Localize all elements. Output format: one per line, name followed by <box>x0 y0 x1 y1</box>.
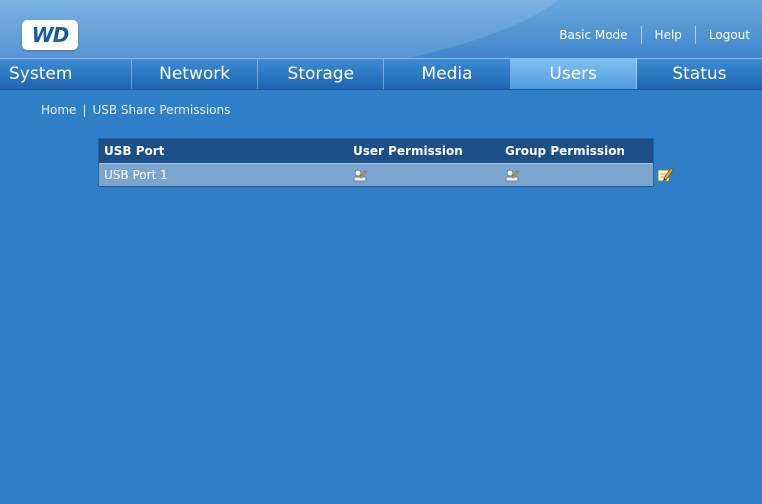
logout-link[interactable]: Logout <box>709 28 750 42</box>
tab-system[interactable]: System <box>0 59 132 89</box>
tab-users[interactable]: Users <box>510 59 637 89</box>
logo-text: WD <box>31 23 70 47</box>
group-permission-cell <box>501 168 653 183</box>
tab-storage[interactable]: Storage <box>258 59 385 89</box>
table-header: USB Port User Permission Group Permissio… <box>99 139 653 163</box>
link-divider <box>640 26 642 44</box>
column-header-user-permission: User Permission <box>353 144 463 158</box>
usb-permissions-table: USB Port User Permission Group Permissio… <box>98 138 654 187</box>
app-window: WD Basic Mode Help Logout System Network… <box>0 0 762 504</box>
header-decoration <box>0 0 587 58</box>
tab-media[interactable]: Media <box>384 59 511 89</box>
wd-logo[interactable]: WD <box>22 20 78 50</box>
breadcrumb: Home | USB Share Permissions <box>41 103 230 117</box>
user-permission-cell <box>349 168 501 183</box>
help-link[interactable]: Help <box>655 28 682 42</box>
link-divider <box>694 26 696 44</box>
tab-status[interactable]: Status <box>637 59 762 89</box>
breadcrumb-home[interactable]: Home <box>41 103 76 117</box>
header-bar: WD Basic Mode Help Logout <box>0 0 762 58</box>
tab-network[interactable]: Network <box>132 59 259 89</box>
edit-icon[interactable] <box>657 166 674 183</box>
table-row[interactable]: USB Port 1 <box>99 163 653 186</box>
header-links: Basic Mode Help Logout <box>559 26 750 44</box>
group-permission-icon[interactable] <box>505 168 519 182</box>
user-permission-icon[interactable] <box>353 168 367 182</box>
breadcrumb-current: USB Share Permissions <box>92 103 231 117</box>
main-nav: System Network Storage Media Users Statu… <box>0 58 762 90</box>
basic-mode-link[interactable]: Basic Mode <box>559 28 627 42</box>
breadcrumb-separator: | <box>82 103 87 117</box>
column-header-usb-port: USB Port <box>104 144 165 158</box>
column-header-group-permission: Group Permission <box>505 144 625 158</box>
usb-port-name: USB Port 1 <box>104 168 168 182</box>
